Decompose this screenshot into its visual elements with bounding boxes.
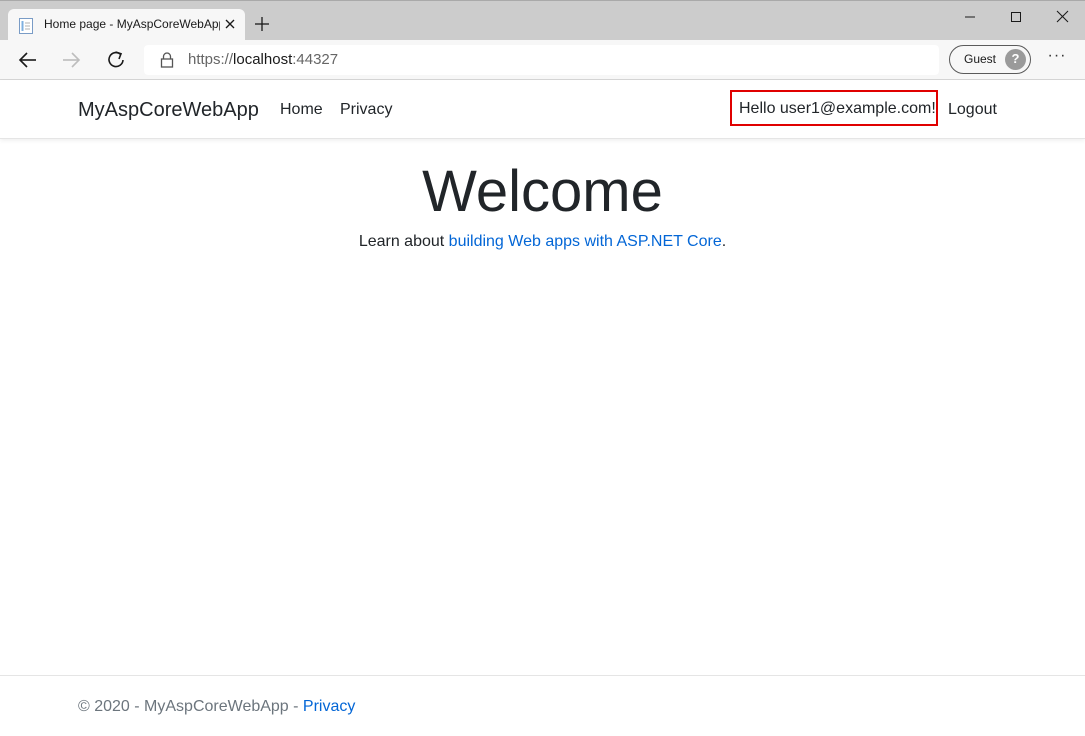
plus-icon[interactable]	[253, 15, 271, 33]
close-icon[interactable]	[223, 17, 237, 31]
lock-icon[interactable]	[160, 52, 174, 68]
site-navbar: MyAspCoreWebApp Home Privacy Hello user1…	[0, 80, 1085, 139]
avatar-glyph: ?	[1011, 51, 1020, 66]
logout-button[interactable]: Logout	[948, 101, 997, 119]
learn-paragraph: Learn about building Web apps with ASP.N…	[0, 233, 1085, 251]
browser-toolbar: https://localhost:44327 Guest ? ···	[0, 40, 1085, 80]
user-greeting-link[interactable]: Hello user1@example.com!	[739, 100, 936, 118]
user-greeting-highlight: Hello user1@example.com!	[730, 90, 938, 126]
address-bar[interactable]: https://localhost:44327	[144, 45, 939, 75]
avatar-icon: ?	[1005, 49, 1026, 70]
page-title: Welcome	[422, 159, 663, 224]
learn-suffix: .	[721, 233, 727, 250]
url-port: :44327	[292, 51, 339, 68]
browser-tab[interactable]: Home page - MyAspCoreWebApp	[8, 9, 245, 41]
maximize-icon[interactable]	[1008, 9, 1026, 25]
page-favicon-icon	[19, 18, 33, 34]
back-arrow-icon[interactable]	[18, 50, 38, 70]
footer-text: © 2020 - MyAspCoreWebApp - Privacy	[78, 698, 355, 716]
docs-link[interactable]: building Web apps with ASP.NET Core	[449, 233, 722, 250]
url-scheme: https://	[188, 51, 234, 68]
tab-title: Home page - MyAspCoreWebApp	[44, 17, 220, 31]
nav-privacy-link[interactable]: Privacy	[340, 101, 392, 119]
url-host: localhost	[233, 51, 293, 68]
close-window-icon[interactable]	[1054, 9, 1072, 25]
profile-label: Guest	[964, 52, 997, 66]
footer-copyright: © 2020 - MyAspCoreWebApp -	[78, 698, 303, 715]
footer-privacy-link[interactable]: Privacy	[303, 698, 355, 715]
minimize-icon[interactable]	[962, 9, 980, 25]
forward-arrow-icon[interactable]	[61, 50, 81, 70]
url-text[interactable]: https://localhost:44327	[188, 51, 338, 68]
learn-prefix: Learn about	[358, 233, 449, 250]
site-footer: © 2020 - MyAspCoreWebApp - Privacy	[0, 675, 1085, 736]
brand-link[interactable]: MyAspCoreWebApp	[78, 99, 259, 122]
reload-icon[interactable]	[106, 50, 126, 70]
nav-home-link[interactable]: Home	[280, 101, 323, 119]
profile-button[interactable]: Guest ?	[949, 45, 1031, 74]
more-icon[interactable]: ···	[1046, 48, 1068, 69]
browser-title-bar: Home page - MyAspCoreWebApp	[0, 0, 1085, 41]
